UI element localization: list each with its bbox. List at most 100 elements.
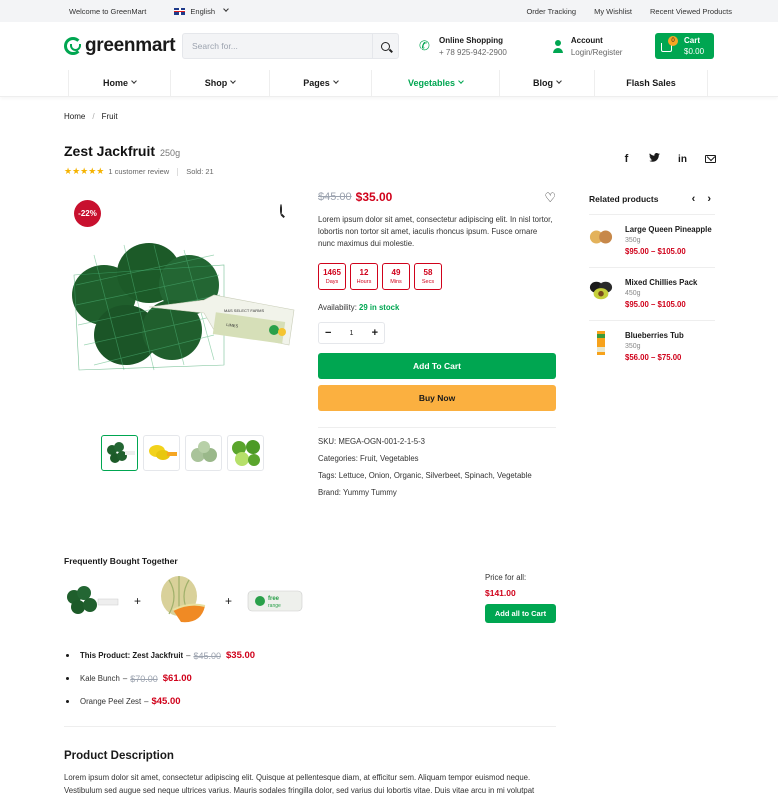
facebook-icon[interactable]: f	[621, 153, 632, 165]
categories: Categories: Fruit, Vegetables	[318, 454, 419, 463]
product-title: Zest Jackfruit	[64, 143, 156, 159]
chevron-left-icon[interactable]: ‹	[692, 193, 696, 205]
chevron-right-icon[interactable]: ›	[707, 193, 711, 205]
account-link[interactable]: Account Login/Register	[552, 36, 623, 57]
cart-button[interactable]: 0 Cart $0.00	[655, 33, 714, 59]
add-to-cart-button[interactable]: Add To Cart	[318, 353, 556, 379]
fbt-total-price: $141.00	[485, 588, 516, 598]
countdown-label: Secs	[421, 279, 435, 285]
nav-label: Pages	[303, 78, 330, 88]
related-item[interactable]: Blueberries Tub 350g $56.00 – $75.00	[589, 320, 715, 373]
fbt-item: This Product: Zest Jackfruit – $45.00 $35…	[64, 650, 556, 661]
sold-count: Sold: 21	[186, 167, 214, 176]
related-item[interactable]: Large Queen Pineapple 350g $95.00 – $105…	[589, 214, 715, 267]
thumbnail-lemons[interactable]	[143, 435, 180, 471]
related-item-name[interactable]: Blueberries Tub	[625, 331, 684, 340]
divider	[64, 726, 556, 727]
star-rating: ★★★★★	[64, 166, 105, 176]
related-item[interactable]: Mixed Chillies Pack 450g $95.00 – $105.0…	[589, 267, 715, 320]
related-item-price: $56.00 – $75.00	[625, 353, 682, 362]
buy-now-button[interactable]: Buy Now	[318, 385, 556, 411]
fbt-item-label[interactable]: Orange Peel Zest	[80, 697, 141, 706]
review-count-link[interactable]: 1 customer review	[108, 167, 169, 176]
countdown-value: 58	[423, 268, 433, 277]
nav-flash-sales[interactable]: Flash Sales	[594, 70, 708, 96]
fbt-item-price: $35.00	[226, 650, 256, 661]
plus-icon: +	[134, 594, 142, 608]
breadcrumb-fruit[interactable]: Fruit	[102, 112, 118, 121]
nav-label: Blog	[533, 78, 553, 88]
thumbnail-limes-cut[interactable]	[227, 435, 264, 471]
svg-text:range: range	[268, 603, 281, 609]
fbt-image-melon[interactable]	[155, 574, 211, 628]
fbt-total: Price for all: $141.00 Add all to Cart	[485, 573, 556, 623]
related-item-weight: 450g	[625, 290, 641, 297]
add-all-to-cart-button[interactable]: Add all to Cart	[485, 604, 556, 623]
nav-label: Flash Sales	[626, 78, 676, 88]
language-selector[interactable]: English	[174, 6, 229, 16]
fbt-image-eggs[interactable]: freerange	[246, 587, 304, 615]
tags: Tags: Lettuce, Onion, Organic, Silverbee…	[318, 471, 532, 480]
countdown-value: 49	[391, 268, 401, 277]
search-icon	[381, 41, 390, 51]
quantity-value[interactable]: 1	[350, 330, 354, 337]
current-price: $35.00	[355, 190, 393, 204]
fbt-list: This Product: Zest Jackfruit – $45.00 $35…	[64, 650, 556, 707]
welcome-text: Welcome to GreenMart	[69, 6, 147, 16]
fbt-item-label[interactable]: Kale Bunch	[80, 674, 120, 683]
nav-label: Shop	[204, 78, 228, 88]
phone-contact: ✆ Online Shopping + 78 925-942-2900	[419, 36, 507, 57]
countdown-value: 1465	[323, 268, 341, 277]
rating-row: ★★★★★ 1 customer review Sold: 21	[64, 166, 214, 177]
svg-text:free: free	[268, 596, 280, 602]
brand: Brand: Yummy Tummy	[318, 488, 397, 497]
breadcrumb: Home / Fruit	[64, 112, 118, 121]
header: greenmart ✆ Online Shopping + 78 925-942…	[0, 22, 778, 70]
nav-home[interactable]: Home	[68, 70, 170, 96]
fbt-image-limes[interactable]	[64, 583, 120, 619]
recent-products-link[interactable]: Recent Viewed Products	[650, 7, 732, 16]
increase-button[interactable]: +	[372, 327, 378, 339]
countdown-mins: 49 Mins	[382, 263, 410, 290]
zoom-button[interactable]	[280, 204, 282, 215]
related-item-name[interactable]: Mixed Chillies Pack	[625, 278, 697, 287]
availability: Availability: 29 in stock	[318, 303, 556, 312]
order-tracking-link[interactable]: Order Tracking	[526, 7, 576, 16]
wishlist-heart-icon[interactable]: ♡	[544, 191, 556, 204]
nav-label: Vegetables	[407, 78, 456, 88]
description-text: Lorem ipsum dolor sit amet, consectetur …	[64, 773, 535, 795]
thumbnail-custard-apples[interactable]	[185, 435, 222, 471]
cart-label: Cart	[684, 36, 701, 45]
nav-vegetables[interactable]: Vegetables	[371, 70, 499, 96]
email-icon[interactable]	[705, 155, 716, 163]
fbt-item-price: $45.00	[151, 696, 181, 707]
wishlist-link[interactable]: My Wishlist	[594, 7, 632, 16]
nav-shop[interactable]: Shop	[170, 70, 269, 96]
stock-status: 29 in stock	[359, 303, 400, 312]
related-item-price: $95.00 – $105.00	[625, 300, 686, 309]
nav-pages[interactable]: Pages	[269, 70, 371, 96]
twitter-icon[interactable]	[649, 152, 660, 165]
linkedin-icon[interactable]: in	[677, 154, 688, 165]
short-description: Lorem ipsum dolor sit amet, consectetur …	[318, 215, 553, 248]
logo[interactable]: greenmart	[64, 35, 182, 57]
search-input[interactable]	[183, 41, 372, 51]
chevron-down-icon	[223, 6, 229, 12]
decrease-button[interactable]: −	[325, 327, 331, 339]
product-main-image[interactable]: M&S SELECT FARMS LIMES	[64, 235, 296, 385]
countdown-timer: 1465 Days 12 Hours 49 Mins 58 Secs	[318, 263, 556, 290]
fbt-price-label: Price for all:	[485, 573, 527, 582]
breadcrumb-home[interactable]: Home	[64, 112, 85, 121]
description-title: Product Description	[64, 750, 174, 762]
login-register-link[interactable]: Login/Register	[571, 48, 623, 57]
thumbnail-limes-bag[interactable]	[101, 435, 138, 471]
nav-blog[interactable]: Blog	[499, 70, 594, 96]
frequently-bought-together: Frequently Bought Together + + free range…	[64, 556, 556, 719]
thumbnail-list	[101, 435, 264, 471]
breadcrumb-separator: /	[92, 112, 95, 121]
related-item-name[interactable]: Large Queen Pineapple	[625, 225, 712, 234]
related-item-image	[589, 331, 613, 355]
search-button[interactable]	[372, 34, 398, 58]
related-item-weight: 350g	[625, 343, 641, 350]
old-price: $45.00	[318, 191, 352, 203]
